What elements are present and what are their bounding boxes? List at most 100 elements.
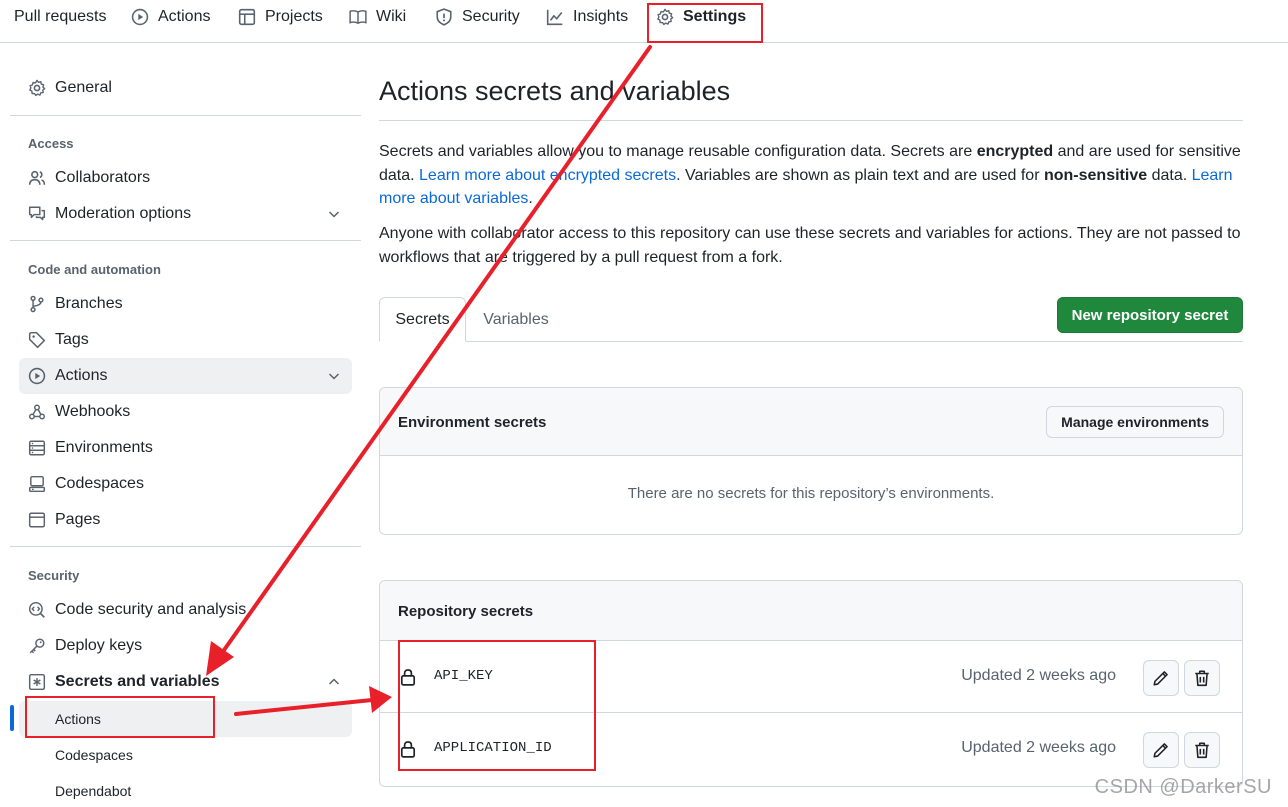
intro-text: data.: [1147, 166, 1192, 184]
sidebar-item-label: Actions: [55, 367, 108, 384]
sidebar-subitem-label: Codespaces: [55, 747, 133, 763]
edit-secret-button[interactable]: [1143, 732, 1179, 768]
sidebar-item-label: Tags: [55, 331, 89, 348]
sidebar-item-label: Webhooks: [55, 403, 131, 420]
sidebar-item-webhooks[interactable]: Webhooks: [19, 394, 352, 430]
sidebar-item-label: Collaborators: [55, 169, 151, 186]
play-icon: [27, 366, 47, 386]
sidebar-item-label: Codespaces: [55, 475, 144, 492]
table-icon: [238, 8, 256, 26]
sidebar-item-code-security[interactable]: Code security and analysis: [19, 592, 352, 628]
sidebar-heading-code: Code and automation: [28, 262, 161, 277]
delete-secret-button[interactable]: [1184, 732, 1220, 768]
play-icon: [131, 8, 149, 26]
comment-discussion-icon: [27, 204, 47, 224]
environment-secrets-header: Environment secrets Manage environments: [380, 388, 1242, 456]
secret-updated: Updated 2 weeks ago: [961, 739, 1116, 756]
sidebar-item-general[interactable]: General: [19, 70, 352, 106]
page-title: Actions secrets and variables: [379, 76, 731, 106]
watermark: CSDN @DarkerSU: [1094, 776, 1272, 798]
nav-actions[interactable]: Actions: [131, 0, 210, 34]
nav-insights-label: Insights: [573, 8, 629, 25]
sidebar-item-tags[interactable]: Tags: [19, 322, 352, 358]
annotation-box-settings: [647, 3, 763, 43]
nav-security-label: Security: [462, 8, 520, 25]
trash-icon: [1195, 742, 1209, 759]
intro-text: . Variables are shown as plain text and …: [676, 166, 1044, 184]
repo-nav: Pull requests Actions Projects Wiki Secu…: [0, 0, 1288, 43]
sidebar-item-moderation[interactable]: Moderation options: [19, 196, 352, 232]
chevron-down-icon: [328, 373, 340, 380]
server-icon: [27, 438, 47, 458]
nav-insights[interactable]: Insights: [546, 0, 628, 34]
edit-secret-button[interactable]: [1143, 660, 1179, 696]
trash-icon: [1195, 670, 1209, 687]
sidebar-item-actions[interactable]: Actions: [19, 358, 352, 394]
sidebar-item-deploy-keys[interactable]: Deploy keys: [19, 628, 352, 664]
chevron-down-icon: [328, 211, 340, 218]
sidebar-item-label: Branches: [55, 295, 123, 312]
annotation-box-actions: [25, 696, 215, 738]
sidebar-heading-security: Security: [28, 568, 80, 583]
repository-secrets-title: Repository secrets: [398, 603, 534, 620]
sidebar-item-secrets-variables[interactable]: Secrets and variables: [19, 664, 352, 700]
graph-icon: [546, 9, 563, 26]
sidebar-item-environments[interactable]: Environments: [19, 430, 352, 466]
tag-icon: [27, 330, 47, 350]
delete-secret-button[interactable]: [1184, 660, 1220, 696]
sidebar-item-branches[interactable]: Branches: [19, 286, 352, 322]
key-icon: [27, 636, 47, 656]
new-repository-secret-button[interactable]: New repository secret: [1057, 297, 1243, 333]
nav-projects-label: Projects: [265, 8, 323, 25]
environment-secrets-title: Environment secrets: [398, 414, 547, 431]
sidebar-item-label: Pages: [55, 511, 101, 528]
repository-secrets-header: Repository secrets: [380, 581, 1242, 641]
browser-icon: [27, 510, 47, 530]
sidebar-item-pages[interactable]: Pages: [19, 502, 352, 538]
sidebar-heading-access: Access: [28, 136, 74, 151]
sidebar-subitem-label: Dependabot: [55, 783, 132, 799]
sidebar-item-codespaces[interactable]: Codespaces: [19, 466, 352, 502]
sidebar-subitem-dependabot[interactable]: Dependabot: [19, 773, 352, 807]
sidebar-subitem-codespaces[interactable]: Codespaces: [19, 737, 352, 773]
book-icon: [349, 10, 367, 25]
intro-bold-non-sensitive: non-sensitive: [1043, 166, 1148, 184]
sidebar-item-label: Secrets and variables: [55, 673, 220, 690]
intro-bold-encrypted: encrypted: [976, 143, 1054, 160]
tab-variables[interactable]: Variables: [467, 297, 565, 342]
sidebar-divider: [10, 115, 361, 116]
intro-text: Secrets and variables allow you to manag…: [379, 143, 977, 160]
codescan-icon: [27, 600, 47, 620]
sidebar-item-label: Deploy keys: [55, 637, 143, 654]
webhook-icon: [27, 402, 47, 422]
pencil-icon: [1153, 671, 1168, 686]
annotation-box-secrets: [398, 640, 596, 771]
manage-environments-button[interactable]: Manage environments: [1046, 406, 1224, 438]
sidebar-item-collaborators[interactable]: Collaborators: [19, 160, 352, 196]
nav-pull-requests[interactable]: Pull requests: [14, 0, 107, 34]
selected-indicator: [10, 705, 14, 731]
sidebar-divider: [10, 546, 361, 547]
title-divider: [379, 120, 1243, 121]
nav-pull-requests-label: Pull requests: [14, 8, 107, 25]
people-icon: [27, 168, 47, 188]
shield-icon: [436, 8, 452, 26]
environment-secrets-box: Environment secrets Manage environments …: [379, 387, 1243, 535]
nav-actions-label: Actions: [158, 8, 211, 25]
sidebar-item-label: Moderation options: [55, 205, 192, 222]
nav-security[interactable]: Security: [435, 0, 520, 34]
collaborator-note: Anyone with collaborator access to this …: [379, 225, 1241, 266]
sidebar-item-label: Code security and analysis: [55, 601, 247, 618]
codespaces-icon: [27, 474, 47, 494]
nav-wiki-label: Wiki: [376, 8, 407, 25]
tab-secrets[interactable]: Secrets: [379, 297, 466, 342]
intro-text: .: [528, 190, 533, 207]
sidebar-item-label: General: [55, 79, 112, 96]
nav-wiki[interactable]: Wiki: [349, 0, 406, 34]
learn-more-secrets-link[interactable]: Learn more about encrypted secrets: [419, 167, 676, 184]
intro-paragraph: Secrets and variables allow you to manag…: [379, 140, 1243, 211]
nav-projects[interactable]: Projects: [238, 0, 323, 34]
settings-sidebar: General Access Collaborators Moderation …: [0, 43, 370, 807]
branch-icon: [27, 294, 47, 314]
sidebar-item-label: Environments: [55, 439, 153, 456]
